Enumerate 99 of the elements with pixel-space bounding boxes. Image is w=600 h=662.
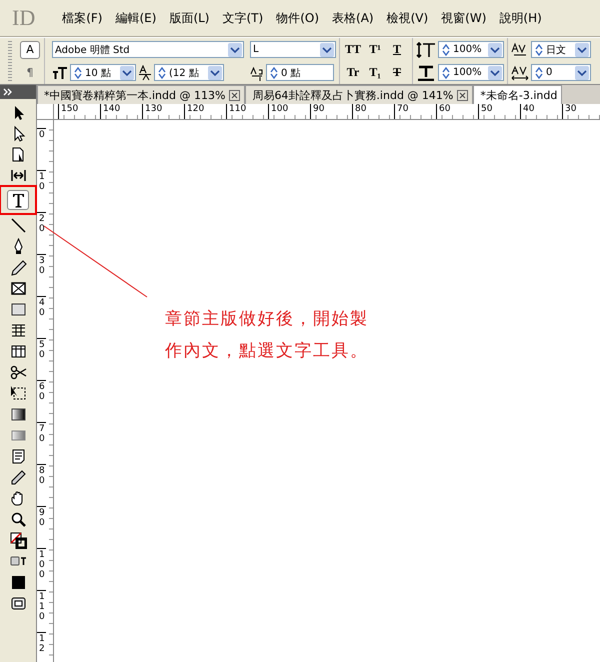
baseline-shift-icon	[250, 64, 264, 80]
ruler-label: 150	[58, 104, 100, 119]
frame-icon	[10, 280, 26, 296]
menu-item[interactable]: 版面(L)	[169, 10, 210, 26]
columns-icon	[10, 342, 26, 360]
tool-button[interactable]	[7, 190, 29, 210]
pencil-icon	[10, 258, 26, 276]
spinner-icon[interactable]	[441, 66, 451, 80]
horizontal-scale-icon	[416, 64, 436, 80]
ruler-label: 40	[37, 296, 46, 338]
tracking-field[interactable]: 0	[531, 64, 591, 81]
scissors-icon	[10, 364, 26, 380]
dropdown-button[interactable]	[575, 66, 589, 80]
menu-item[interactable]: 文字(T)	[222, 10, 264, 26]
eyedropper-icon	[10, 468, 26, 486]
line-icon	[10, 216, 26, 234]
ruler-label: 30	[37, 254, 46, 296]
kerning-field[interactable]: 日文	[531, 41, 591, 58]
type-style-button[interactable]: TT	[343, 42, 363, 57]
zoom-icon	[10, 510, 26, 528]
ruler-label: 90	[310, 104, 352, 119]
spinner-icon[interactable]	[157, 66, 167, 80]
ruler-label: 70	[394, 104, 436, 119]
ruler-label: 20	[37, 212, 46, 254]
ruler-label: 110	[37, 590, 46, 632]
menu-item[interactable]: 編輯(E)	[115, 10, 156, 26]
baseline-shift-field[interactable]: 0 點	[266, 64, 334, 81]
type-style-button[interactable]: T¹	[365, 42, 385, 57]
dropdown-button[interactable]	[120, 66, 134, 80]
menu-item[interactable]: 物件(O)	[276, 10, 320, 26]
menu-item[interactable]: 視窗(W)	[441, 10, 486, 26]
table-icon	[10, 322, 26, 338]
ruler-label: 90	[37, 506, 46, 548]
close-icon[interactable]	[457, 90, 468, 100]
ruler-label: 60	[37, 380, 46, 422]
ruler-label: 50	[37, 338, 46, 380]
ruler-label: 40	[520, 104, 562, 119]
vertical-scale-icon	[416, 42, 436, 58]
dropdown-button[interactable]	[320, 42, 334, 56]
dropdown-button[interactable]	[208, 66, 222, 80]
spinner-icon[interactable]	[269, 66, 279, 80]
document-tab[interactable]: *未命名-3.indd	[473, 85, 562, 104]
note-icon	[10, 448, 26, 464]
type-style-button[interactable]: T₁	[365, 65, 385, 80]
transform-icon	[10, 384, 26, 402]
type-style-button[interactable]: T	[387, 65, 407, 80]
tracking-icon	[511, 64, 529, 80]
spinner-icon[interactable]	[534, 42, 544, 56]
ruler-label: 100	[37, 548, 46, 590]
menu-item[interactable]: 檢視(V)	[386, 10, 428, 26]
ruler-label: 110	[226, 104, 268, 119]
ruler-label: 120	[184, 104, 226, 119]
ruler-label: 100	[268, 104, 310, 119]
vertical-scale-field[interactable]: 100%	[438, 41, 504, 58]
ruler-label: 10	[37, 170, 46, 212]
document-tab[interactable]: 周易64卦詮釋及占卜實務.indd @ 141%	[245, 85, 474, 104]
ruler-label: 0	[37, 128, 46, 170]
menu-item[interactable]: 檔案(F)	[62, 10, 102, 26]
dropdown-button[interactable]	[228, 42, 242, 56]
menu-item[interactable]: 表格(A)	[332, 10, 374, 26]
kerning-icon	[511, 42, 529, 58]
ruler-label: 80	[352, 104, 394, 119]
spinner-icon[interactable]	[73, 66, 83, 80]
font-family-field[interactable]: Adobe 明體 Std	[52, 41, 244, 58]
leading-field[interactable]: (12 點	[154, 64, 224, 81]
close-icon[interactable]	[229, 90, 240, 100]
type-style-button[interactable]: Tr	[343, 65, 363, 80]
preview-mode-icon	[10, 594, 26, 612]
document-tab[interactable]: *中國寶卷精粹第一本.indd @ 113%	[37, 85, 246, 104]
font-size-field[interactable]: 10 點	[70, 64, 136, 81]
leading-icon	[138, 64, 152, 80]
mode-button[interactable]: A	[20, 40, 40, 58]
dropdown-button[interactable]	[575, 42, 589, 56]
rectangle-icon	[10, 300, 26, 318]
ruler-label: 80	[37, 464, 46, 506]
collapse-icon[interactable]	[3, 88, 13, 96]
font-size-icon	[52, 66, 68, 80]
ruler-label: 130	[142, 104, 184, 119]
font-style-field[interactable]: L	[250, 41, 336, 58]
ruler-label: 70	[37, 422, 46, 464]
view-mode-icon	[10, 574, 26, 590]
mode-button[interactable]: ¶	[20, 64, 40, 82]
app-logo: ID	[12, 5, 36, 31]
gradient-icon	[10, 406, 26, 422]
ruler-label: 30	[562, 104, 600, 119]
page-icon	[10, 146, 26, 162]
dropdown-button[interactable]	[488, 66, 502, 80]
type-style-button[interactable]: T	[387, 42, 407, 57]
fill-stroke-icon	[10, 532, 26, 548]
spinner-icon[interactable]	[534, 66, 544, 80]
ruler-label: 12	[37, 632, 46, 662]
horizontal-scale-field[interactable]: 100%	[438, 64, 504, 81]
annotation-text: 章節主版做好後，開始製作內文，點選文字工具。	[165, 308, 370, 363]
menu-item[interactable]: 說明(H)	[499, 10, 542, 26]
spinner-icon[interactable]	[441, 42, 451, 56]
ruler-label: 140	[100, 104, 142, 119]
dropdown-button[interactable]	[488, 42, 502, 56]
ruler-label: 50	[478, 104, 520, 119]
ruler-label: 60	[436, 104, 478, 119]
